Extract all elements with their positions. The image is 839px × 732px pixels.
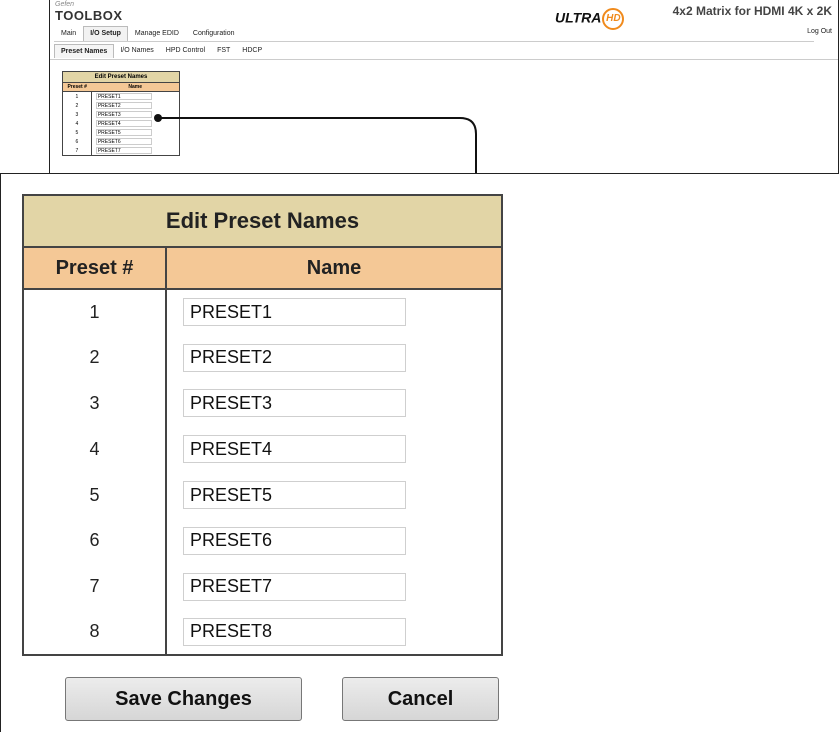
mini-name-cell: PRESET5 bbox=[90, 128, 180, 137]
hd-badge: HD bbox=[602, 8, 625, 30]
table-row: 6 bbox=[23, 517, 502, 564]
preset-number: 2 bbox=[23, 334, 167, 381]
column-header-preset-num: Preset # bbox=[23, 247, 167, 290]
table-title: Edit Preset Names bbox=[23, 195, 502, 248]
name-cell bbox=[166, 472, 502, 518]
preset-name-input-7[interactable] bbox=[183, 572, 406, 601]
mini-row: 5 PRESET5 bbox=[63, 128, 180, 137]
table-row: 3 bbox=[23, 380, 502, 427]
mini-name-input[interactable]: PRESET3 bbox=[95, 111, 152, 118]
divider bbox=[50, 59, 838, 60]
subtab-io-names[interactable]: I/O Names bbox=[114, 44, 159, 58]
subtab-fst[interactable]: FST bbox=[211, 44, 236, 58]
mini-num: 1 bbox=[75, 93, 79, 100]
mini-name-cell: PRESET1 bbox=[90, 91, 180, 101]
mini-row: 7 PRESET7 bbox=[63, 146, 180, 156]
name-cell bbox=[166, 381, 502, 427]
sub-tabs: Preset Names I/O Names HPD Control FST H… bbox=[54, 41, 814, 58]
table-row: 4 bbox=[23, 426, 502, 473]
preset-names-table: Edit Preset Names Preset # Name 1 2 3 4 … bbox=[22, 194, 503, 657]
preset-name-input-5[interactable] bbox=[183, 481, 406, 510]
mini-name-cell: PRESET2 bbox=[90, 101, 180, 110]
background-screenshot: Gefen TOOLBOX ULTRA HD 4x2 Matrix for HDM… bbox=[49, 0, 839, 176]
mini-name-cell: PRESET7 bbox=[90, 146, 180, 156]
mini-num: 2 bbox=[75, 102, 79, 109]
mini-name-input[interactable]: PRESET4 bbox=[95, 120, 152, 127]
table-row: 7 bbox=[23, 563, 502, 610]
ultra-text: ULTRA bbox=[555, 9, 602, 26]
preset-number: 6 bbox=[23, 517, 167, 564]
table-row: 1 bbox=[23, 289, 502, 335]
mini-row: 1 PRESET1 bbox=[63, 91, 180, 101]
mini-row: 3 PRESET3 bbox=[63, 110, 180, 119]
tab-main[interactable]: Main bbox=[54, 26, 83, 41]
preset-number: 4 bbox=[23, 426, 167, 473]
table-row: 8 bbox=[23, 609, 502, 656]
preset-name-input-1[interactable] bbox=[183, 298, 406, 327]
name-cell bbox=[166, 564, 502, 610]
preset-number: 1 bbox=[23, 289, 167, 335]
mini-name-input[interactable]: PRESET2 bbox=[95, 102, 152, 109]
name-cell bbox=[166, 289, 502, 335]
name-cell bbox=[166, 426, 502, 472]
preset-name-input-4[interactable] bbox=[183, 435, 406, 464]
save-changes-button[interactable]: Save Changes bbox=[65, 677, 302, 721]
preset-number: 7 bbox=[23, 563, 167, 610]
subtab-hdcp[interactable]: HDCP bbox=[236, 44, 268, 58]
preset-name-input-8[interactable] bbox=[183, 617, 406, 646]
table-row: 2 bbox=[23, 334, 502, 381]
main-tabs: Main I/O Setup Manage EDID Configuration bbox=[54, 26, 242, 41]
preset-number: 8 bbox=[23, 609, 167, 656]
tab-io-setup[interactable]: I/O Setup bbox=[83, 26, 128, 41]
mini-name-input[interactable]: PRESET7 bbox=[95, 147, 152, 154]
logout-link[interactable]: Log Out bbox=[807, 28, 832, 35]
tab-configuration[interactable]: Configuration bbox=[186, 26, 242, 41]
ultra-hd-logo: ULTRA HD bbox=[555, 8, 625, 30]
subtab-preset-names[interactable]: Preset Names bbox=[54, 44, 115, 58]
mini-num: 7 bbox=[75, 147, 79, 154]
cancel-button[interactable]: Cancel bbox=[342, 677, 499, 721]
mini-name-input[interactable]: PRESET6 bbox=[95, 138, 152, 145]
subtab-hpd-control[interactable]: HPD Control bbox=[160, 44, 211, 58]
preset-number: 3 bbox=[23, 380, 167, 427]
preset-name-input-3[interactable] bbox=[183, 389, 406, 418]
mini-num: 3 bbox=[75, 111, 79, 118]
mini-name-input[interactable]: PRESET5 bbox=[95, 129, 152, 136]
preset-name-input-6[interactable] bbox=[183, 526, 406, 555]
tab-manage-edid[interactable]: Manage EDID bbox=[128, 26, 186, 41]
product-title: 4x2 Matrix for HDMI 4K x 2K bbox=[672, 4, 832, 18]
mini-num: 5 bbox=[75, 129, 79, 136]
preset-number: 5 bbox=[23, 472, 167, 518]
toolbox-logo: TOOLBOX bbox=[55, 8, 123, 23]
mini-row: 6 PRESET6 bbox=[63, 137, 180, 146]
zoomed-panel: Edit Preset Names Preset # Name 1 2 3 4 … bbox=[0, 173, 839, 732]
mini-col-num: Preset # bbox=[62, 82, 92, 92]
mini-name-cell: PRESET3 bbox=[90, 110, 180, 119]
mini-col-name: Name bbox=[91, 82, 180, 92]
brand-small: Gefen bbox=[55, 1, 75, 8]
mini-row: 2 PRESET2 bbox=[63, 101, 180, 110]
table-row: 5 bbox=[23, 472, 502, 518]
mini-num: 4 bbox=[75, 120, 79, 127]
mini-num: 6 bbox=[75, 138, 79, 145]
column-header-name: Name bbox=[166, 247, 502, 290]
name-cell bbox=[166, 610, 502, 656]
preset-name-input-2[interactable] bbox=[183, 343, 406, 372]
mini-name-cell: PRESET6 bbox=[90, 137, 180, 146]
name-cell bbox=[166, 518, 502, 564]
mini-name-input[interactable]: PRESET1 bbox=[95, 93, 152, 100]
mini-row: 4 PRESET4 bbox=[63, 119, 180, 128]
name-cell bbox=[166, 335, 502, 381]
mini-table-title: Edit Preset Names bbox=[62, 71, 180, 83]
mini-name-cell: PRESET4 bbox=[90, 119, 180, 128]
mini-preset-table: Edit Preset Names Preset # Name 1 PRESET1… bbox=[62, 71, 180, 156]
